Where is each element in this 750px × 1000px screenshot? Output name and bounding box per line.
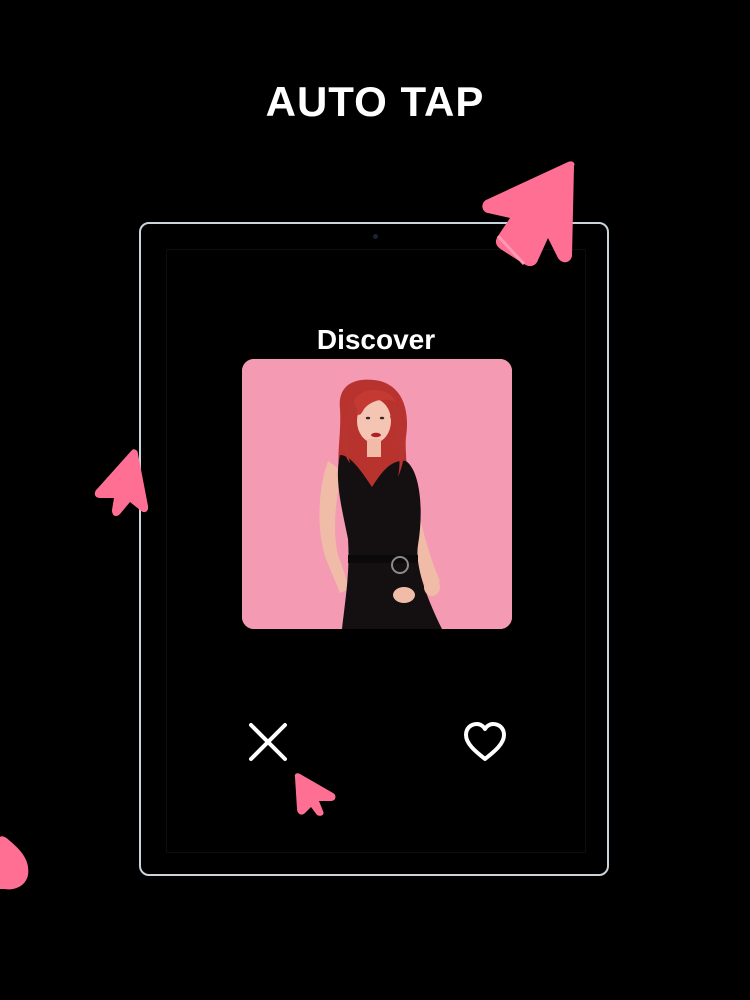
pink-cursor-icon	[0, 836, 29, 890]
tablet-screen: Discover	[166, 249, 586, 853]
heart-outline-icon	[464, 722, 506, 761]
close-x-icon	[249, 723, 287, 761]
dislike-button[interactable]	[242, 716, 294, 768]
profile-photo	[242, 359, 512, 629]
profile-card[interactable]	[242, 359, 512, 629]
camera-dot	[373, 234, 378, 239]
like-button[interactable]	[459, 716, 511, 768]
tablet-frame: Discover	[139, 222, 609, 876]
headline: AUTO TAP	[265, 78, 485, 125]
page-title: Discover	[316, 324, 436, 355]
app-promo-screen: AUTO TAP Discover	[0, 0, 750, 1000]
